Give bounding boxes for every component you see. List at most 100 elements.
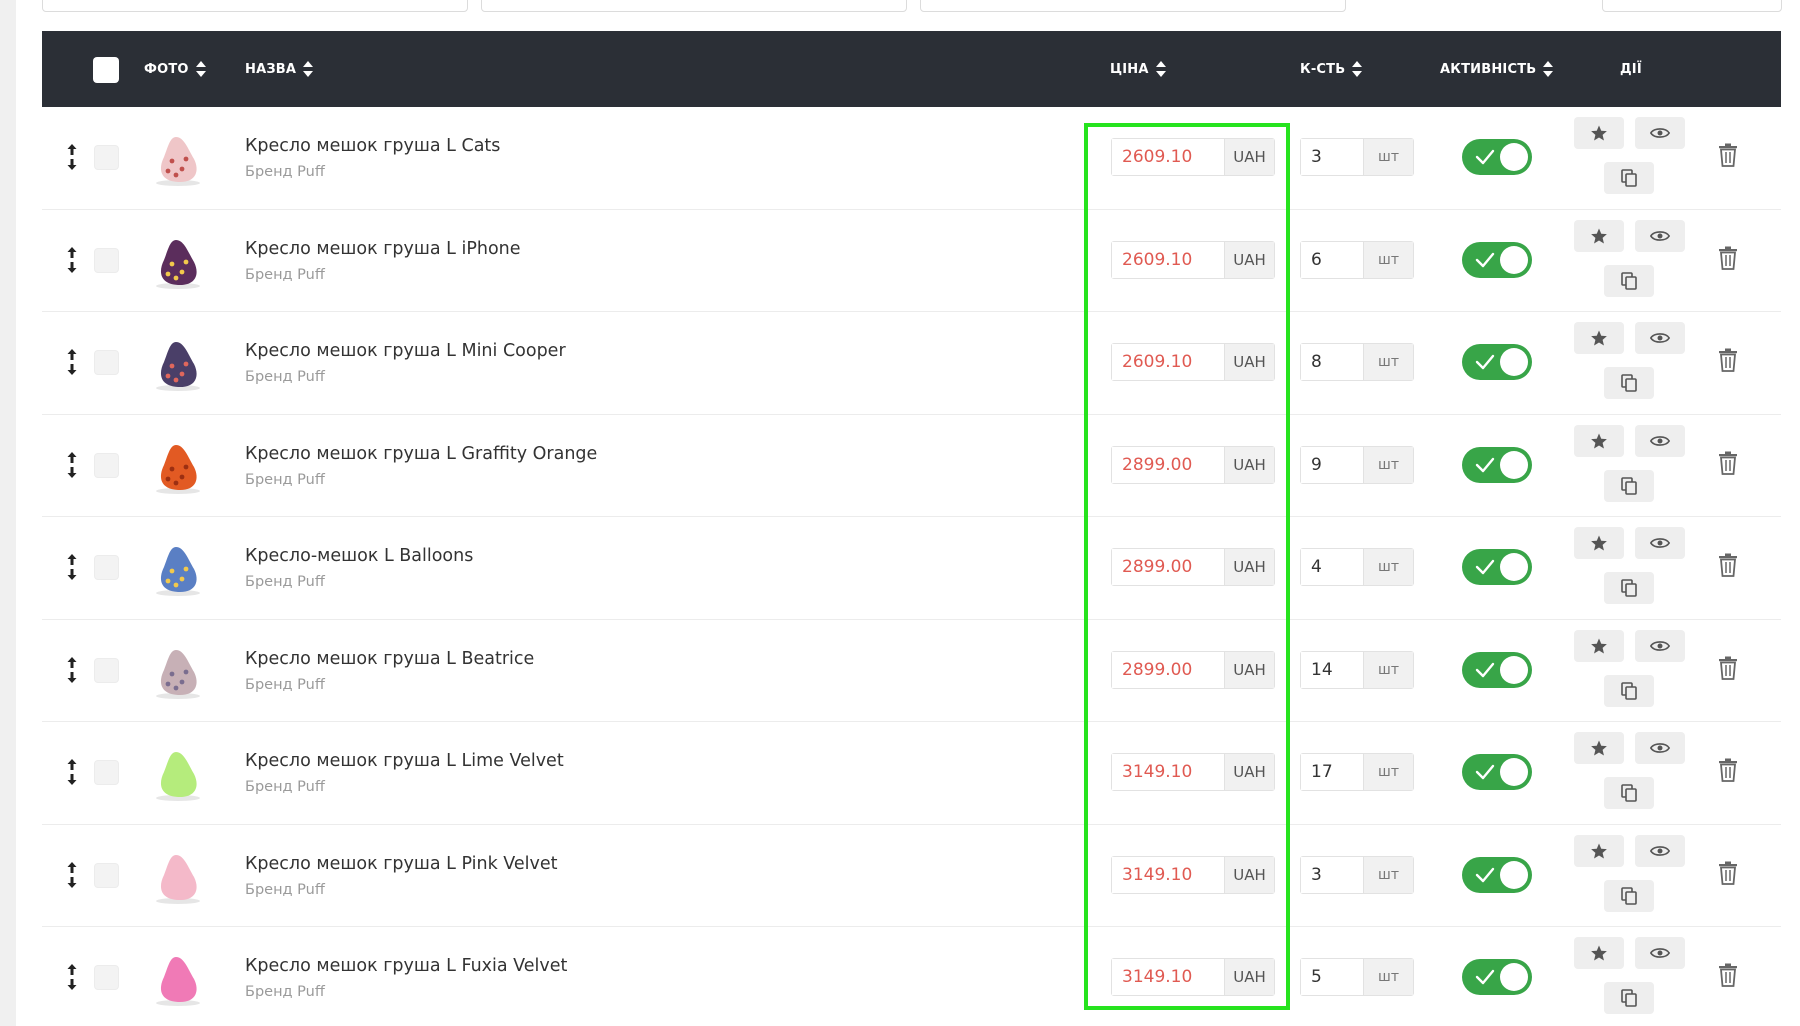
sort-activity-header[interactable]: АКТИВНІСТЬ — [1440, 31, 1554, 107]
price-input[interactable]: 2609.10 — [1112, 139, 1224, 175]
preview-button[interactable] — [1635, 732, 1685, 764]
activity-toggle[interactable] — [1462, 344, 1532, 380]
favorite-button[interactable] — [1574, 629, 1624, 662]
sort-price-header[interactable]: ЦІНА — [1110, 31, 1167, 107]
row-checkbox[interactable] — [94, 145, 119, 170]
favorite-button[interactable] — [1574, 937, 1624, 969]
preview-button[interactable] — [1635, 834, 1685, 867]
drag-handle-icon[interactable] — [66, 758, 78, 786]
row-checkbox[interactable] — [94, 657, 119, 683]
duplicate-button[interactable] — [1604, 469, 1654, 502]
activity-toggle[interactable] — [1462, 959, 1532, 995]
favorite-button[interactable] — [1574, 834, 1624, 867]
product-name[interactable]: Кресло мешок груша L Graffity Orange — [245, 444, 597, 464]
product-name[interactable]: Кресло мешок груша L Lime Velvet — [245, 751, 564, 771]
duplicate-button[interactable] — [1604, 674, 1654, 707]
product-name[interactable]: Кресло мешок груша L Cats — [245, 136, 500, 156]
quantity-input[interactable]: 9 — [1301, 446, 1363, 483]
activity-toggle[interactable] — [1462, 549, 1532, 585]
duplicate-button[interactable] — [1604, 367, 1654, 399]
trash-icon[interactable] — [1718, 963, 1738, 987]
price-input[interactable]: 2609.10 — [1112, 241, 1224, 278]
trash-icon[interactable] — [1718, 143, 1738, 167]
duplicate-button[interactable] — [1604, 879, 1654, 912]
row-checkbox[interactable] — [94, 862, 119, 888]
duplicate-button[interactable] — [1604, 162, 1654, 194]
product-name[interactable]: Кресло мешок груша L Beatrice — [245, 649, 534, 669]
quantity-input[interactable]: 14 — [1301, 651, 1363, 688]
sort-name-header[interactable]: НАЗВА — [245, 31, 314, 107]
row-checkbox[interactable] — [94, 247, 119, 273]
quantity-input[interactable]: 17 — [1301, 754, 1363, 790]
favorite-button[interactable] — [1574, 219, 1624, 252]
filter-field[interactable] — [481, 0, 907, 12]
drag-handle-icon[interactable] — [66, 451, 78, 479]
activity-toggle[interactable] — [1462, 241, 1532, 278]
favorite-button[interactable] — [1574, 117, 1624, 149]
preview-button[interactable] — [1635, 527, 1685, 559]
select-all-checkbox[interactable] — [93, 57, 119, 83]
quantity-input[interactable]: 5 — [1301, 959, 1363, 995]
price-input[interactable]: 2899.00 — [1112, 549, 1224, 585]
row-checkbox[interactable] — [94, 760, 119, 785]
preview-button[interactable] — [1635, 322, 1685, 354]
preview-button[interactable] — [1635, 219, 1685, 252]
trash-icon[interactable] — [1718, 861, 1738, 885]
row-checkbox[interactable] — [94, 555, 119, 580]
filter-field[interactable] — [42, 0, 468, 12]
product-name[interactable]: Кресло-мешок L Balloons — [245, 546, 473, 566]
activity-toggle[interactable] — [1462, 754, 1532, 790]
trash-icon[interactable] — [1718, 451, 1738, 475]
trash-icon[interactable] — [1718, 246, 1738, 270]
trash-icon[interactable] — [1718, 348, 1738, 372]
drag-handle-icon[interactable] — [66, 143, 78, 171]
product-name[interactable]: Кресло мешок груша L Fuxia Velvet — [245, 956, 567, 976]
trash-icon[interactable] — [1718, 656, 1738, 680]
price-input[interactable]: 2609.10 — [1112, 344, 1224, 380]
price-input[interactable]: 2899.00 — [1112, 651, 1224, 688]
activity-toggle[interactable] — [1462, 139, 1532, 175]
price-input[interactable]: 2899.00 — [1112, 446, 1224, 483]
favorite-button[interactable] — [1574, 322, 1624, 354]
product-name[interactable]: Кресло мешок груша L Mini Cooper — [245, 341, 566, 361]
price-input[interactable]: 3149.10 — [1112, 856, 1224, 893]
filter-button[interactable] — [1602, 0, 1782, 12]
quantity-input[interactable]: 4 — [1301, 549, 1363, 585]
sort-photo-header[interactable]: ФОТО — [144, 31, 207, 107]
trash-icon[interactable] — [1718, 553, 1738, 577]
duplicate-button[interactable] — [1604, 777, 1654, 809]
quantity-input[interactable]: 8 — [1301, 344, 1363, 380]
product-name[interactable]: Кресло мешок груша L Pink Velvet — [245, 854, 558, 874]
trash-icon[interactable] — [1718, 758, 1738, 782]
sort-qty-header[interactable]: К-СТЬ — [1300, 31, 1363, 107]
drag-handle-icon[interactable] — [66, 656, 78, 684]
activity-toggle[interactable] — [1462, 651, 1532, 688]
product-name[interactable]: Кресло мешок груша L iPhone — [245, 239, 521, 259]
duplicate-button[interactable] — [1604, 982, 1654, 1014]
price-input[interactable]: 3149.10 — [1112, 959, 1224, 995]
row-checkbox[interactable] — [94, 965, 119, 990]
filter-field[interactable] — [920, 0, 1346, 12]
drag-handle-icon[interactable] — [66, 963, 78, 991]
drag-handle-icon[interactable] — [66, 348, 78, 376]
duplicate-button[interactable] — [1604, 264, 1654, 297]
favorite-button[interactable] — [1574, 527, 1624, 559]
row-checkbox[interactable] — [94, 452, 119, 478]
favorite-button[interactable] — [1574, 732, 1624, 764]
quantity-input[interactable]: 6 — [1301, 241, 1363, 278]
price-input[interactable]: 3149.10 — [1112, 754, 1224, 790]
duplicate-button[interactable] — [1604, 572, 1654, 604]
row-checkbox[interactable] — [94, 350, 119, 375]
quantity-input[interactable]: 3 — [1301, 856, 1363, 893]
preview-button[interactable] — [1635, 424, 1685, 457]
quantity-input[interactable]: 3 — [1301, 139, 1363, 175]
preview-button[interactable] — [1635, 629, 1685, 662]
drag-handle-icon[interactable] — [66, 553, 78, 581]
activity-toggle[interactable] — [1462, 856, 1532, 893]
drag-handle-icon[interactable] — [66, 246, 78, 274]
drag-handle-icon[interactable] — [66, 861, 78, 889]
preview-button[interactable] — [1635, 937, 1685, 969]
favorite-button[interactable] — [1574, 424, 1624, 457]
activity-toggle[interactable] — [1462, 446, 1532, 483]
preview-button[interactable] — [1635, 117, 1685, 149]
